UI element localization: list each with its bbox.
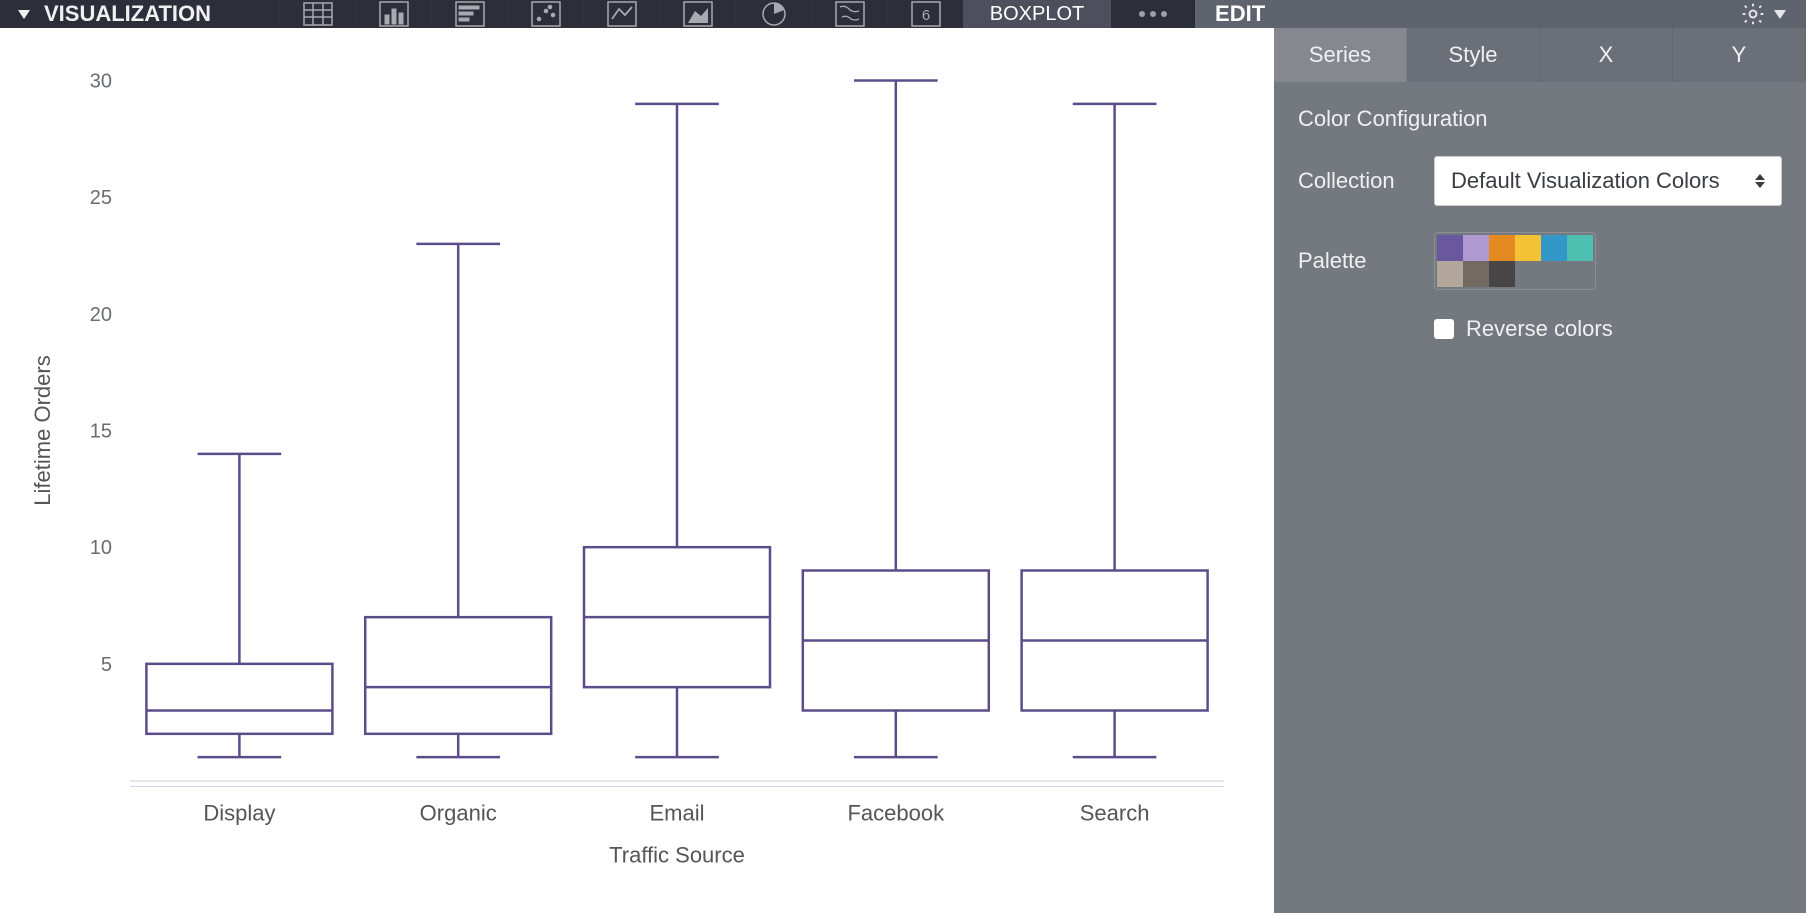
palette-swatch <box>1489 261 1515 287</box>
svg-text:Email: Email <box>649 801 704 826</box>
top-toolbar: VISUALIZATION <box>0 0 1806 28</box>
svg-text:Organic: Organic <box>420 801 497 826</box>
boxplot-tab[interactable]: BOXPLOT <box>963 0 1111 28</box>
tab-x[interactable]: X <box>1540 28 1673 82</box>
palette-swatch <box>1567 261 1593 287</box>
visualization-dropdown[interactable]: VISUALIZATION <box>0 0 229 28</box>
caret-down-icon <box>18 10 30 19</box>
palette-swatch <box>1515 235 1541 261</box>
pie-chart-icon[interactable] <box>735 0 811 28</box>
palette-swatch <box>1463 235 1489 261</box>
line-chart-icon[interactable] <box>583 0 659 28</box>
dots-icon <box>1139 11 1167 17</box>
svg-text:6: 6 <box>921 7 929 24</box>
svg-text:25: 25 <box>90 187 112 209</box>
more-visualizations-button[interactable] <box>1111 0 1195 28</box>
tab-style[interactable]: Style <box>1407 28 1540 82</box>
svg-text:15: 15 <box>90 421 112 443</box>
palette-swatch <box>1437 261 1463 287</box>
tab-series[interactable]: Series <box>1274 28 1407 82</box>
reverse-colors-label: Reverse colors <box>1466 316 1613 342</box>
palette-swatch <box>1541 261 1567 287</box>
gear-icon <box>1740 1 1766 27</box>
edit-tabs: Series Style X Y <box>1274 28 1806 82</box>
single-value-icon[interactable]: 6 <box>887 0 963 28</box>
section-label: Color Configuration <box>1298 106 1782 132</box>
palette-swatch <box>1567 235 1593 261</box>
palette-swatch <box>1489 235 1515 261</box>
palette-swatch <box>1437 235 1463 261</box>
palette-swatch <box>1515 261 1541 287</box>
svg-text:20: 20 <box>90 304 112 326</box>
caret-down-icon <box>1774 10 1786 19</box>
edit-title: EDIT <box>1215 1 1265 27</box>
visualization-type-icons: 6 <box>279 0 963 28</box>
svg-text:Display: Display <box>203 801 275 826</box>
reverse-colors-checkbox[interactable] <box>1434 319 1454 339</box>
palette-label: Palette <box>1298 248 1414 274</box>
collection-value: Default Visualization Colors <box>1451 168 1720 194</box>
settings-dropdown[interactable] <box>1740 1 1786 27</box>
chart-area: 5 10 15 20 25 30 Display Organic Email Facebook Se… <box>0 28 1274 913</box>
map-icon[interactable] <box>811 0 887 28</box>
svg-text:Traffic Source: Traffic Source <box>609 843 745 868</box>
edit-panel: Series Style X Y Color Configuration Col… <box>1274 28 1806 913</box>
visualization-label: VISUALIZATION <box>44 1 211 27</box>
svg-text:10: 10 <box>90 537 112 559</box>
scatter-icon[interactable] <box>507 0 583 28</box>
select-arrows-icon <box>1755 174 1765 188</box>
area-chart-icon[interactable] <box>659 0 735 28</box>
bar-chart-icon[interactable] <box>355 0 431 28</box>
svg-text:Search: Search <box>1080 801 1150 826</box>
svg-text:Facebook: Facebook <box>847 801 945 826</box>
collection-select[interactable]: Default Visualization Colors <box>1434 156 1782 206</box>
boxplot-tab-label: BOXPLOT <box>990 3 1084 26</box>
edit-header: EDIT <box>1195 0 1806 28</box>
collection-label: Collection <box>1298 168 1414 194</box>
horizontal-bar-icon[interactable] <box>431 0 507 28</box>
palette-selector[interactable] <box>1434 232 1596 290</box>
boxplot-chart: 5 10 15 20 25 30 Display Organic Email Facebook Se… <box>20 58 1244 883</box>
tab-y[interactable]: Y <box>1673 28 1806 82</box>
table-icon[interactable] <box>279 0 355 28</box>
svg-text:30: 30 <box>90 71 112 93</box>
svg-text:Lifetime Orders: Lifetime Orders <box>30 355 55 505</box>
palette-swatch <box>1541 235 1567 261</box>
palette-swatch <box>1463 261 1489 287</box>
svg-text:5: 5 <box>101 654 112 676</box>
